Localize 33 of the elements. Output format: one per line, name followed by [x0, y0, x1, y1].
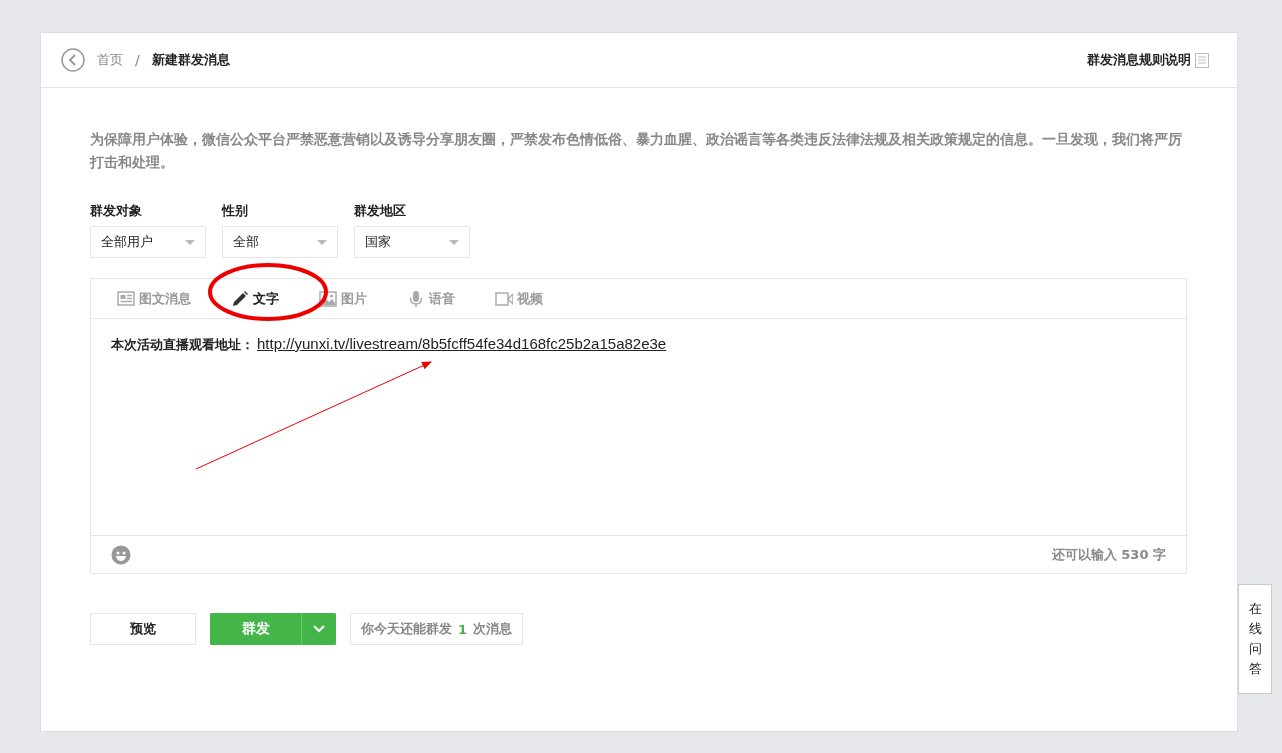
newspaper-icon [117, 289, 135, 308]
dropdown[interactable]: 全部用户 [90, 226, 206, 258]
document-icon [1195, 52, 1209, 68]
caret-icon [317, 239, 327, 245]
message-text: 本次活动直播观看地址： http://yunxi.tv/livestream/8b5fcff54fe34d168fc25b2a15a82e3e [111, 335, 668, 354]
microphone-icon [407, 289, 425, 308]
preview-button[interactable]: 预览 [90, 613, 196, 645]
caret-icon [185, 239, 195, 245]
video-camera-icon [495, 289, 513, 308]
home-link[interactable]: 首页 [97, 51, 123, 69]
filter-label: 群发地区 [354, 202, 407, 220]
back-button[interactable] [61, 48, 85, 72]
quota-text: 你今天还能群发 [361, 620, 452, 638]
breadcrumb-separator: / [135, 52, 140, 68]
pencil-icon [231, 289, 249, 308]
online-help-tab[interactable]: 在线问答 [1238, 584, 1272, 694]
chevron-down-icon [313, 625, 325, 633]
notice-text: 为保障用户体验，微信公众平台严禁恶意营销以及诱导分享朋友圈，严禁发布色情低俗、暴力血腥、政治谣言等各类违反法律法规及相关政策规定的信息。一旦发现，我们将严厉打击和处理。 [90, 130, 1183, 172]
quota-text: 次消息 [473, 620, 513, 638]
character-count: 还可以输入 530 字 [1051, 545, 1166, 564]
picture-icon [319, 289, 337, 308]
page-title: 新建群发消息 [151, 51, 230, 69]
caret-icon [449, 239, 459, 245]
tab[interactable]: 文字 [221, 289, 289, 308]
quota-count: 1 [458, 621, 468, 637]
emoji-button[interactable] [111, 544, 131, 565]
filter-label: 群发对象 [90, 202, 143, 220]
rules-link[interactable]: 群发消息规则说明 [1087, 51, 1191, 69]
dropdown[interactable]: 国家 [354, 226, 470, 258]
smiley-icon [111, 544, 131, 565]
dropdown[interactable]: 全部 [222, 226, 338, 258]
filter-label: 性别 [222, 202, 249, 220]
message-link[interactable]: http://yunxi.tv/livestream/8b5fcff54fe34d168fc25b2a15a82e3e [257, 335, 667, 352]
